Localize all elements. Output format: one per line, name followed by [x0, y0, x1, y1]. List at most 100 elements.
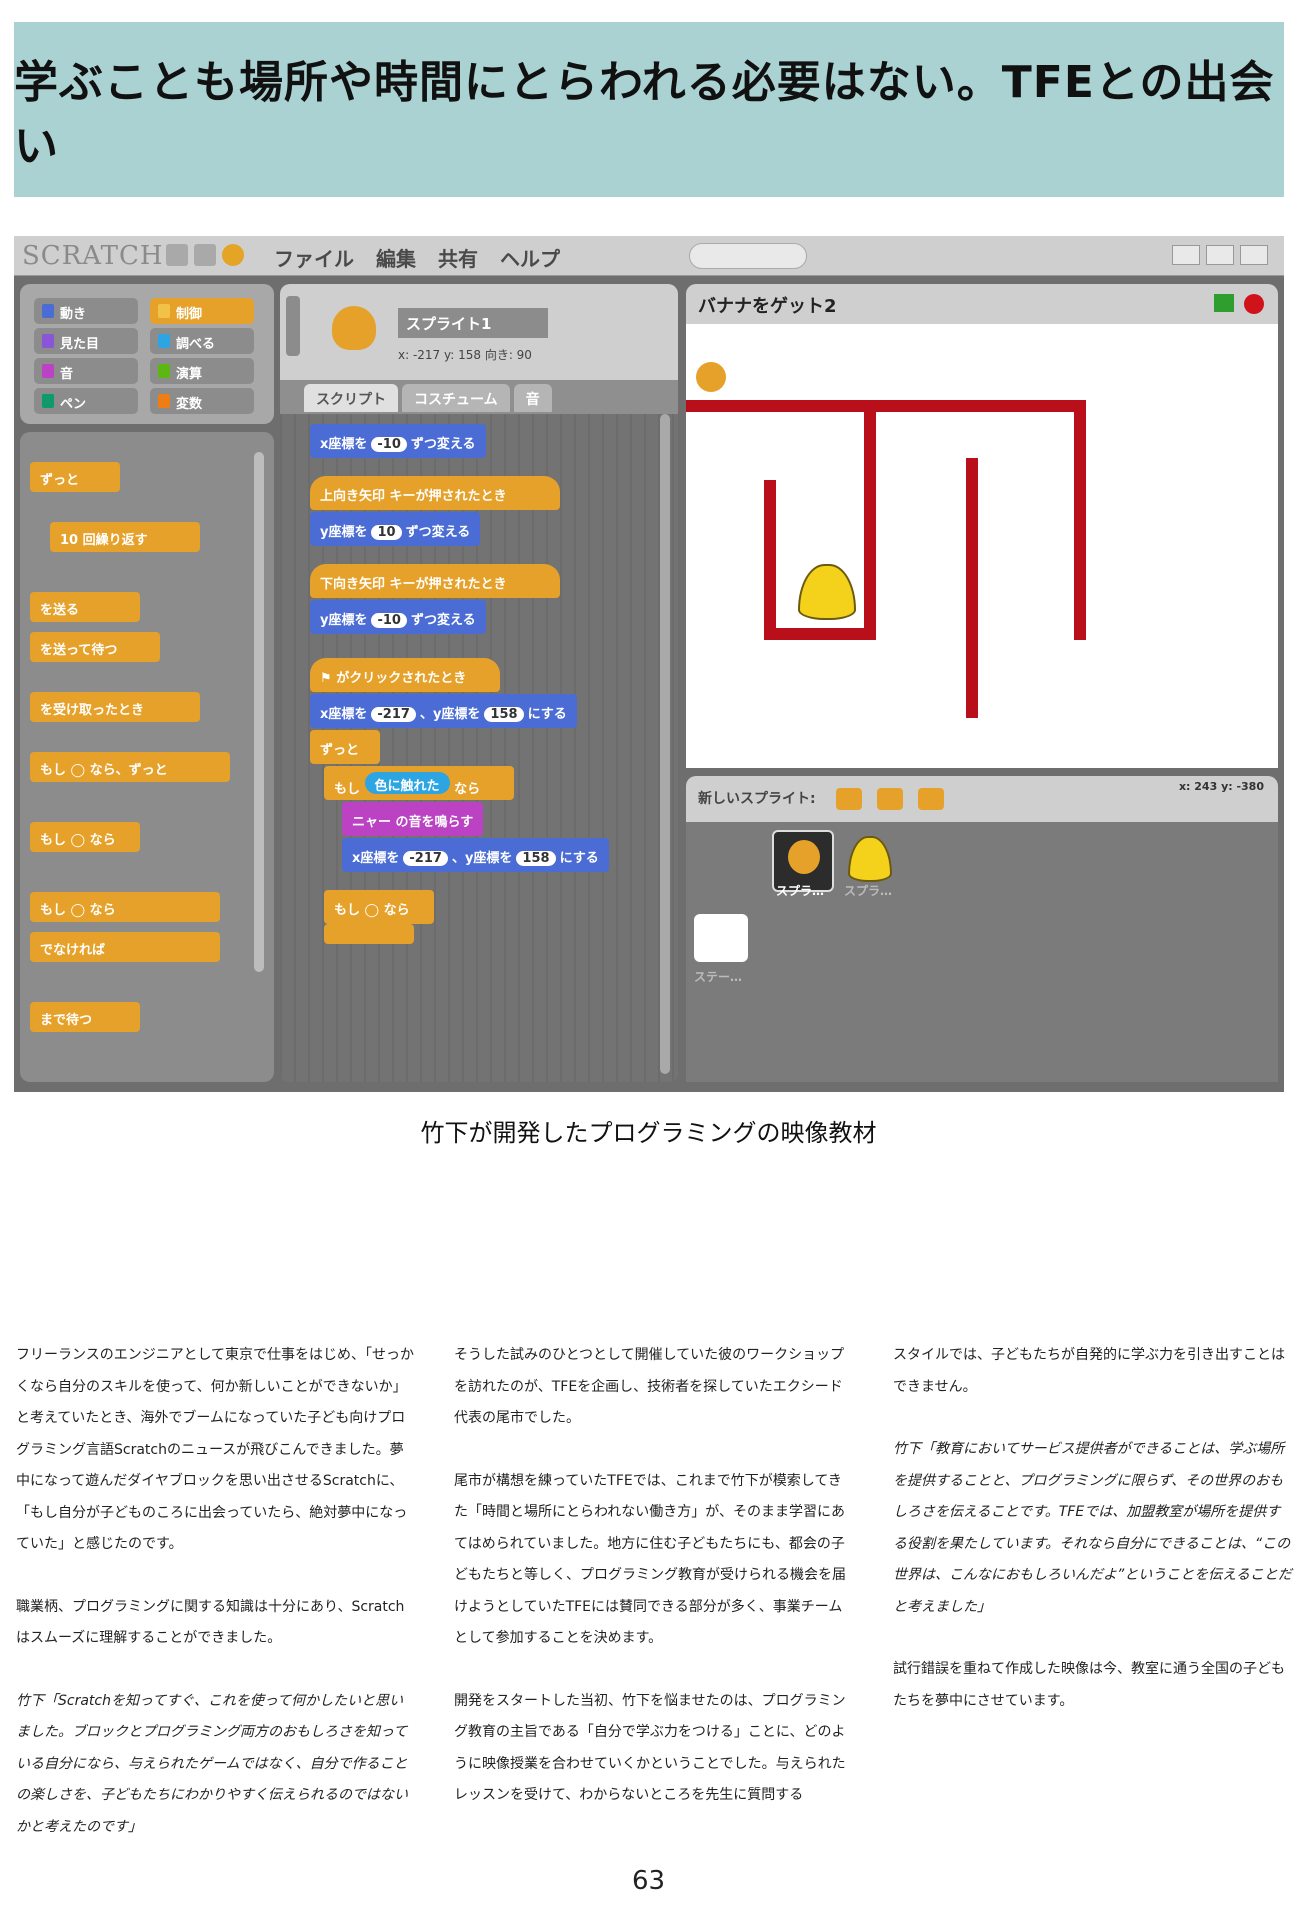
green-flag-icon[interactable]: [1214, 294, 1234, 312]
presentation-button[interactable]: [1240, 245, 1268, 265]
code-block[interactable]: もし ◯ なら: [324, 890, 434, 924]
block-text: がクリックされたとき: [336, 671, 467, 686]
block-number[interactable]: 10: [371, 525, 402, 540]
palette-block[interactable]: を受け取ったとき: [30, 692, 200, 722]
random-sprite-icon[interactable]: [918, 788, 945, 810]
stage-label: ステー…: [694, 970, 743, 984]
block-text: キーが押されたとき: [389, 489, 507, 504]
palette-block[interactable]: を送る: [30, 592, 140, 622]
code-block[interactable]: 上向き矢印 キーが押されたとき: [310, 476, 560, 510]
page-number: 63: [631, 1866, 666, 1896]
palette-block[interactable]: もし ◯ なら: [30, 822, 140, 852]
category-control[interactable]: 制御: [150, 298, 254, 324]
block-label: x座標を: [320, 437, 368, 452]
category-sensing[interactable]: 調べる: [150, 328, 254, 354]
script-tabs: スクリプト コスチューム 音: [304, 384, 552, 412]
menu-edit[interactable]: 編集: [376, 243, 416, 272]
block-label: 下向き矢印: [320, 577, 386, 592]
normal-stage-button[interactable]: [1206, 245, 1234, 265]
palette-block[interactable]: まで待つ: [30, 1002, 140, 1032]
scripts-scrollbar[interactable]: [660, 414, 670, 1074]
category-pen[interactable]: ペン: [34, 388, 138, 414]
stop-icon[interactable]: [1244, 294, 1264, 314]
menu-file[interactable]: ファイル: [274, 243, 354, 272]
block-number[interactable]: 158: [516, 851, 556, 866]
paragraph: 開発をスタートした当初、竹下を悩ませたのは、プログラミング教育の主旨である「自分…: [454, 1692, 846, 1804]
block-text: ずつ変える: [410, 437, 476, 452]
code-block[interactable]: ニャー の音を鳴らす: [342, 802, 484, 836]
block-number[interactable]: 158: [484, 707, 524, 722]
palette-block[interactable]: もし ◯ なら: [30, 892, 220, 922]
block-number[interactable]: -10: [371, 613, 407, 628]
block-palette: ずっと 10 回繰り返す を送る を送って待つ を受け取ったとき もし ◯ なら…: [20, 432, 274, 1082]
info-toggle[interactable]: [286, 296, 300, 356]
stage-tools[interactable]: [689, 243, 807, 269]
category-operators[interactable]: 演算: [150, 358, 254, 384]
palette-block[interactable]: を送って待つ: [30, 632, 160, 662]
code-block[interactable]: x座標を -217 、y座標を 158 にする: [310, 694, 577, 728]
code-block[interactable]: y座標を 10 ずつ変える: [310, 512, 481, 546]
tab-scripts[interactable]: スクリプト: [304, 384, 398, 412]
sprite-list: スプラ… スプラ… ステー…: [686, 822, 1278, 1082]
category-panel: 動き 制御 見た目 調べる 音 演算 ペン 変数: [20, 284, 274, 424]
palette-block[interactable]: もし ◯ なら、ずっと: [30, 752, 230, 782]
scratch-menubar: SCRATCH ファイル 編集 共有 ヘルプ: [14, 236, 1284, 276]
block-text: ずつ変える: [405, 525, 471, 540]
block-text: にする: [527, 707, 567, 722]
toolbar-icons: [166, 244, 244, 266]
tab-costumes[interactable]: コスチューム: [402, 384, 510, 412]
scratch-logo: SCRATCH: [22, 241, 164, 271]
paint-sprite-icon[interactable]: [836, 788, 863, 810]
category-variables[interactable]: 変数: [150, 388, 254, 414]
paragraph: 尾市が構想を練っていたTFEでは、これまで竹下が模索してきた「時間と場所にとらわ…: [454, 1472, 846, 1647]
code-block[interactable]: y座標を -10 ずつ変える: [310, 600, 486, 634]
block-label: y座標を: [320, 613, 368, 628]
palette-block[interactable]: 10 回繰り返す: [50, 522, 200, 552]
block-number[interactable]: -217: [371, 707, 416, 722]
scratch-screenshot: SCRATCH ファイル 編集 共有 ヘルプ 動き 制御 見た目 調べる 音 演…: [14, 236, 1284, 1092]
code-block[interactable]: もし 色に触れた なら: [324, 766, 514, 800]
code-block[interactable]: ⚑ がクリックされたとき: [310, 658, 500, 692]
sprite-name-field[interactable]: スプライト1: [398, 308, 548, 338]
save-icon[interactable]: [194, 244, 216, 266]
globe-icon[interactable]: [166, 244, 188, 266]
block-label: 上向き矢印: [320, 489, 386, 504]
block-label: y座標を: [320, 525, 368, 540]
code-block[interactable]: ずっと: [310, 730, 380, 764]
block-text: なら: [383, 903, 410, 918]
menu-help[interactable]: ヘルプ: [500, 243, 560, 272]
figure-caption: 竹下が開発したプログラミングの映像教材: [420, 1119, 877, 1147]
sprite-info: スプライト1 x: -217 y: 158 向き: 90: [280, 284, 678, 380]
block-label: ニャー: [352, 815, 392, 830]
cat-sprite-icon: [788, 840, 820, 874]
category-sound[interactable]: 音: [34, 358, 138, 384]
tab-sounds[interactable]: 音: [513, 384, 552, 412]
view-buttons: [1172, 245, 1268, 265]
code-block[interactable]: x座標を -10 ずつ変える: [310, 424, 486, 458]
block-text: にする: [559, 851, 599, 866]
block-text: 、y座標を: [419, 707, 481, 722]
stage-thumb[interactable]: [694, 914, 748, 962]
maze-wall: [764, 628, 876, 640]
block-number[interactable]: -217: [403, 851, 448, 866]
block-number[interactable]: -10: [371, 437, 407, 452]
stage[interactable]: [686, 324, 1278, 768]
palette-block[interactable]: ずっと: [30, 462, 120, 492]
palette-block[interactable]: でなければ: [30, 932, 220, 962]
menu-share[interactable]: 共有: [438, 243, 478, 272]
block-text: キーが押されたとき: [389, 577, 507, 592]
share-icon[interactable]: [222, 244, 244, 266]
palette-scrollbar[interactable]: [254, 452, 264, 972]
sprite-label: スプラ…: [844, 884, 893, 898]
paragraph: そうした試みのひとつとして開催していた彼のワークショップを訪れたのが、TFEを企…: [454, 1347, 845, 1426]
block-text: ずつ変える: [410, 613, 476, 628]
small-stage-button[interactable]: [1172, 245, 1200, 265]
code-block[interactable]: 下向き矢印 キーが押されたとき: [310, 564, 560, 598]
new-sprite-bar: 新しいスプライト: x: 243 y: -380: [686, 776, 1278, 822]
category-looks[interactable]: 見た目: [34, 328, 138, 354]
maze-wall: [966, 458, 978, 718]
code-block[interactable]: x座標を -217 、y座標を 158 にする: [342, 838, 609, 872]
category-motion[interactable]: 動き: [34, 298, 138, 324]
choose-sprite-icon[interactable]: [877, 788, 904, 810]
paragraph: 職業柄、プログラミングに関する知識は十分にあり、Scratchはスムーズに理解す…: [16, 1598, 405, 1647]
